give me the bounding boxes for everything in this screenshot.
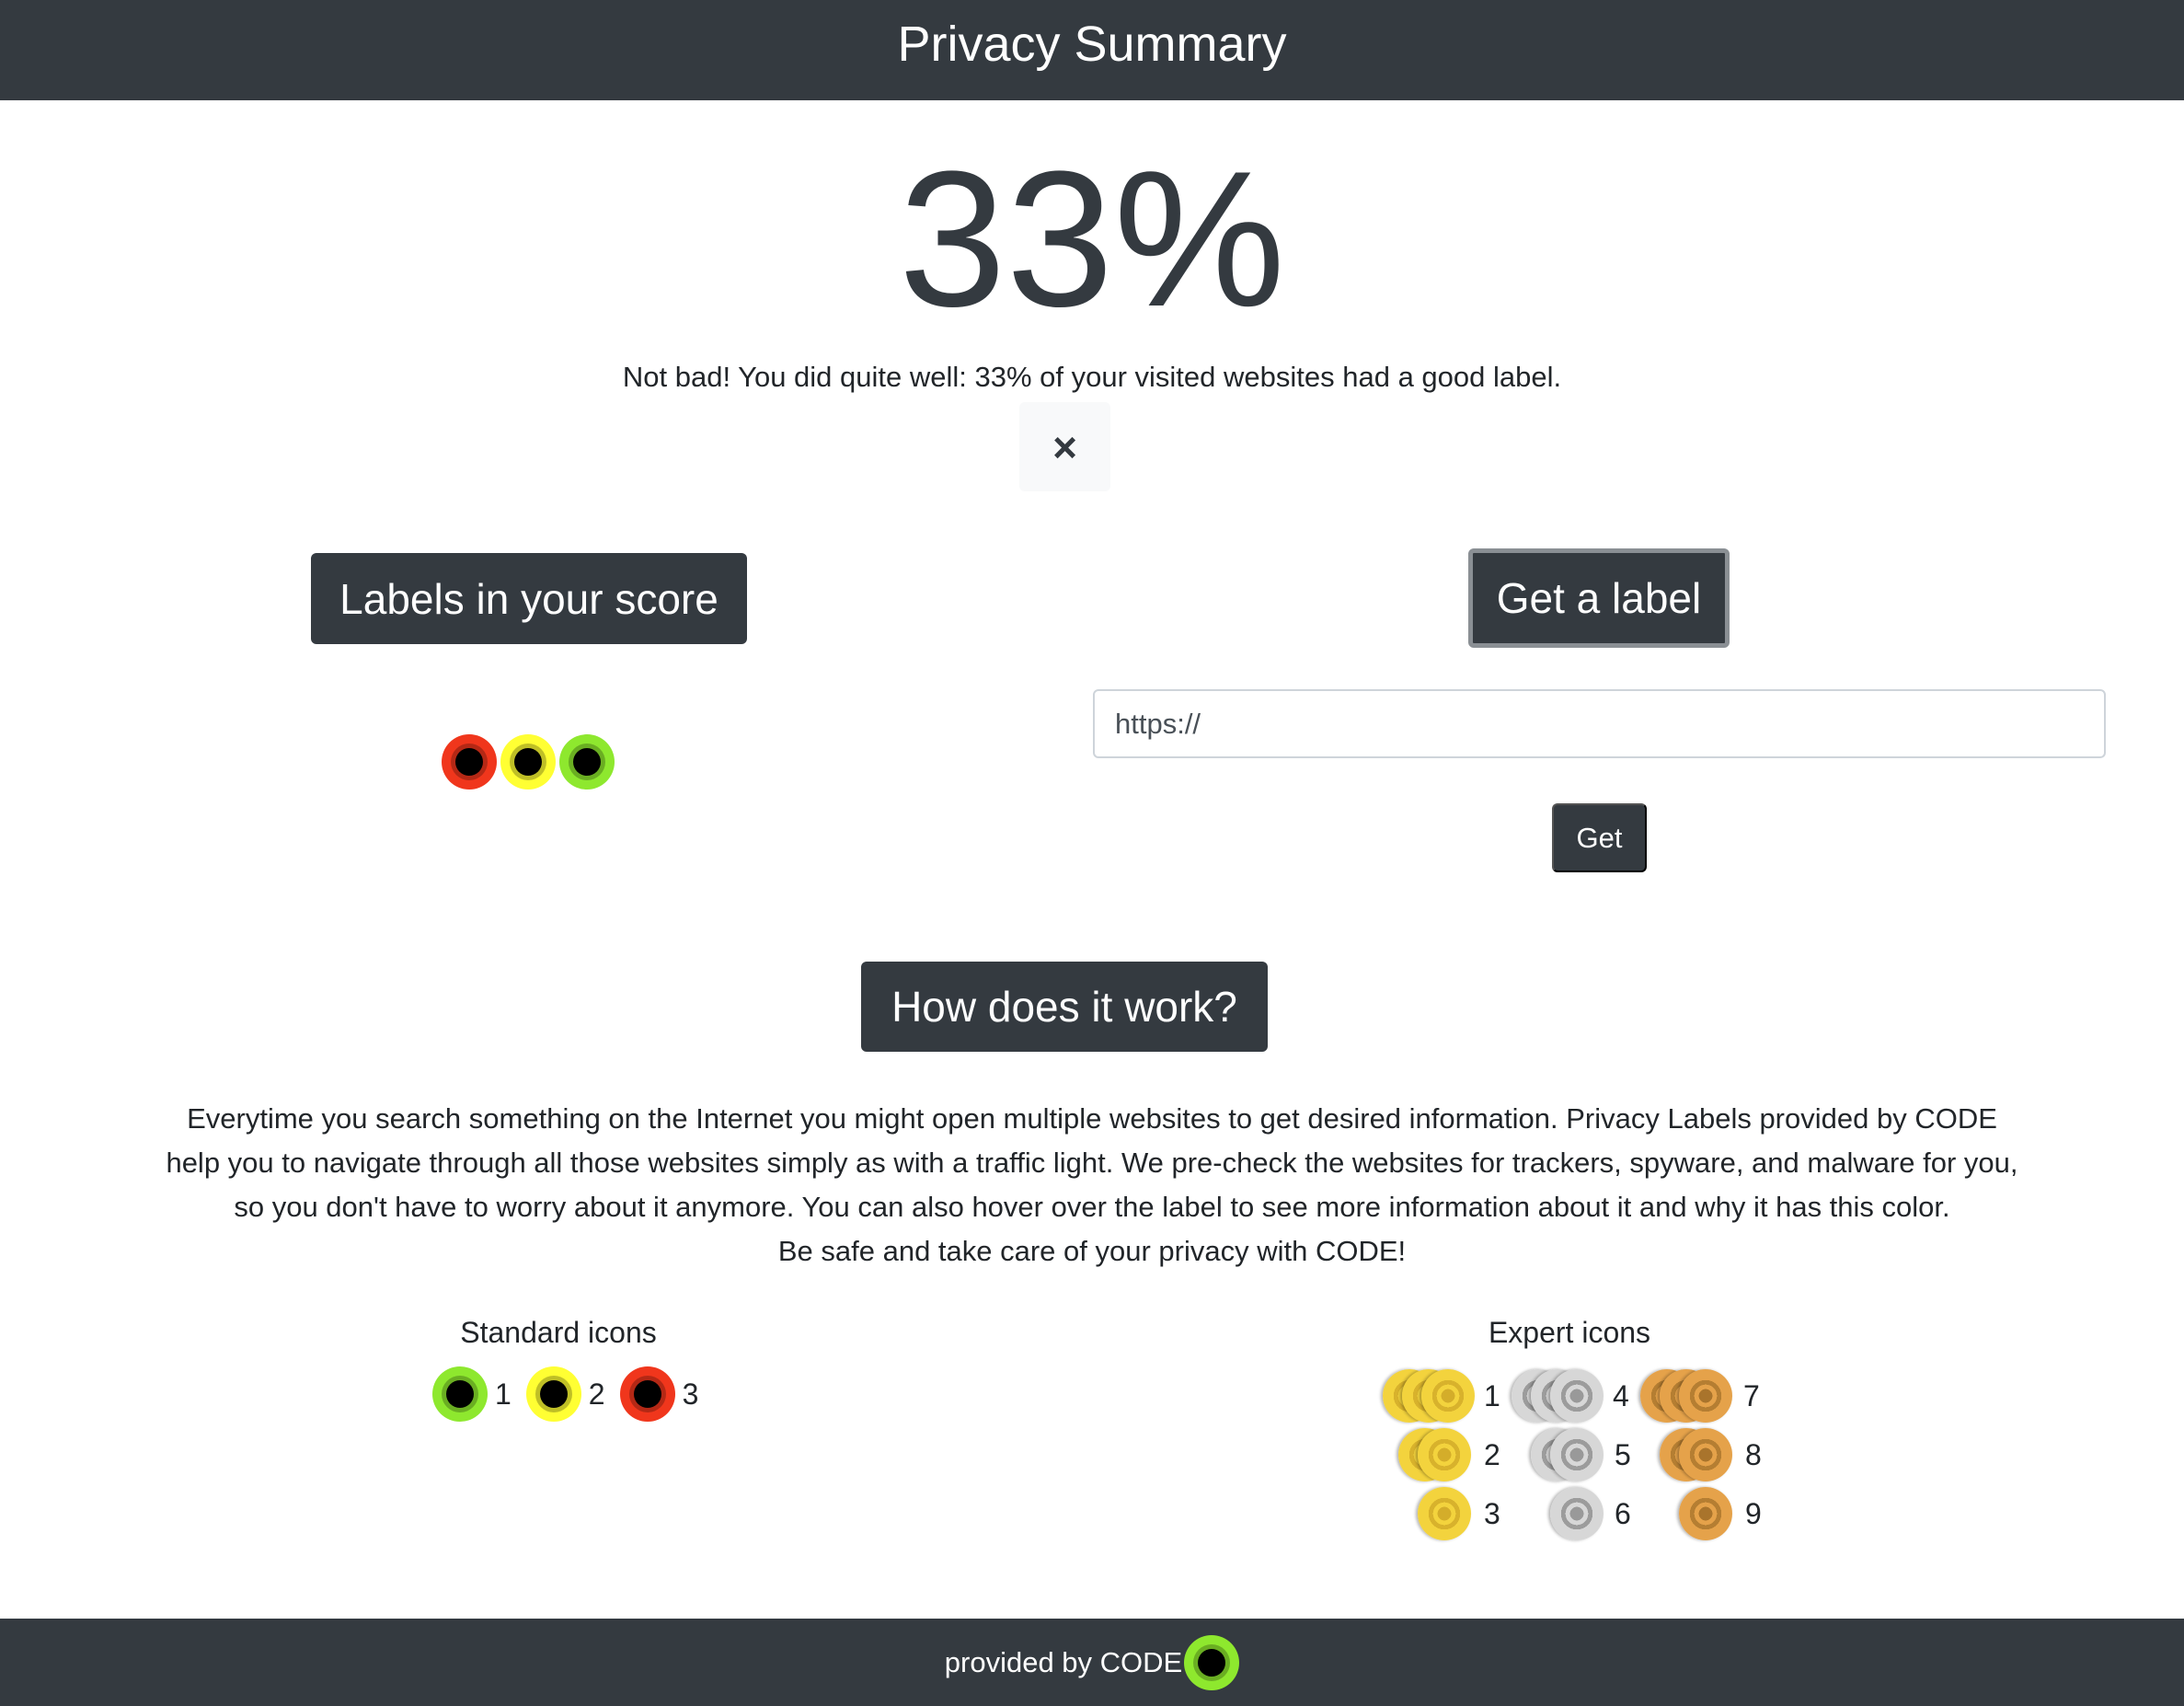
privacy-score: 33% [898, 131, 1286, 347]
how-it-works-text: Everytime you search something on the In… [55, 1097, 2129, 1274]
icon-number: 9 [1745, 1497, 1762, 1530]
labels-in-score-heading: Labels in your score [311, 553, 747, 644]
silver-coin-icon [1550, 1487, 1604, 1540]
get-button[interactable]: Get [1552, 803, 1647, 872]
silver-coin-icon [1550, 1428, 1604, 1481]
score-labels [442, 734, 615, 790]
standard-icons-title: Standard icons [460, 1316, 657, 1349]
text-line: so you don't have to worry about it anym… [234, 1191, 1950, 1223]
text-line: Everytime you search something on the In… [187, 1102, 1997, 1135]
yellow-label-icon[interactable] [500, 734, 556, 790]
icon-number: 3 [1484, 1497, 1500, 1530]
close-icon: × [1052, 422, 1077, 471]
standard-icons: 1 2 3 [432, 1366, 698, 1422]
page-footer: provided by CODE [0, 1619, 2184, 1706]
silver-coin-icon [1550, 1369, 1604, 1423]
expert-icons-title: Expert icons [1488, 1316, 1651, 1349]
bronze-coin-icon [1679, 1487, 1732, 1540]
code-logo-icon [1184, 1634, 1240, 1690]
icon-number: 4 [1613, 1379, 1629, 1412]
url-input[interactable] [1093, 689, 2106, 758]
icon-number: 8 [1745, 1438, 1762, 1471]
icon-number: 7 [1743, 1379, 1760, 1412]
icon-number: 1 [495, 1377, 512, 1411]
icon-number: 6 [1615, 1497, 1631, 1530]
text-line: Be safe and take care of your privacy wi… [777, 1235, 1407, 1267]
yellow-label-icon [525, 1366, 581, 1422]
gold-coin-icon [1421, 1369, 1475, 1423]
close-button[interactable]: × [1019, 402, 1110, 491]
icon-number: 3 [682, 1377, 699, 1411]
bronze-coin-icon [1679, 1428, 1732, 1481]
gold-coin-icon [1418, 1487, 1471, 1540]
get-label-heading: Get a label [1468, 548, 1730, 648]
icon-number: 5 [1615, 1438, 1631, 1471]
text-line: help you to navigate through all those w… [166, 1147, 2018, 1179]
bronze-coin-icon [1679, 1369, 1732, 1423]
green-label-icon[interactable] [559, 734, 615, 790]
score-message: Not bad! You did quite well: 33% of your… [622, 361, 1562, 393]
gold-coin-icon [1418, 1428, 1471, 1481]
icon-number: 2 [588, 1377, 605, 1411]
red-label-icon[interactable] [442, 734, 497, 790]
page-title: Privacy Summary [897, 17, 1287, 72]
how-it-works-heading: How does it work? [861, 962, 1268, 1052]
green-label-icon [432, 1366, 488, 1422]
icon-number: 1 [1484, 1379, 1500, 1412]
page-header: Privacy Summary [0, 0, 2184, 100]
red-label-icon [619, 1366, 675, 1422]
expert-icons: 1 2 3 4 5 6 7 8 9 [1380, 1369, 1785, 1553]
icon-number: 2 [1484, 1438, 1500, 1471]
footer-text: provided by CODE [944, 1645, 1183, 1678]
